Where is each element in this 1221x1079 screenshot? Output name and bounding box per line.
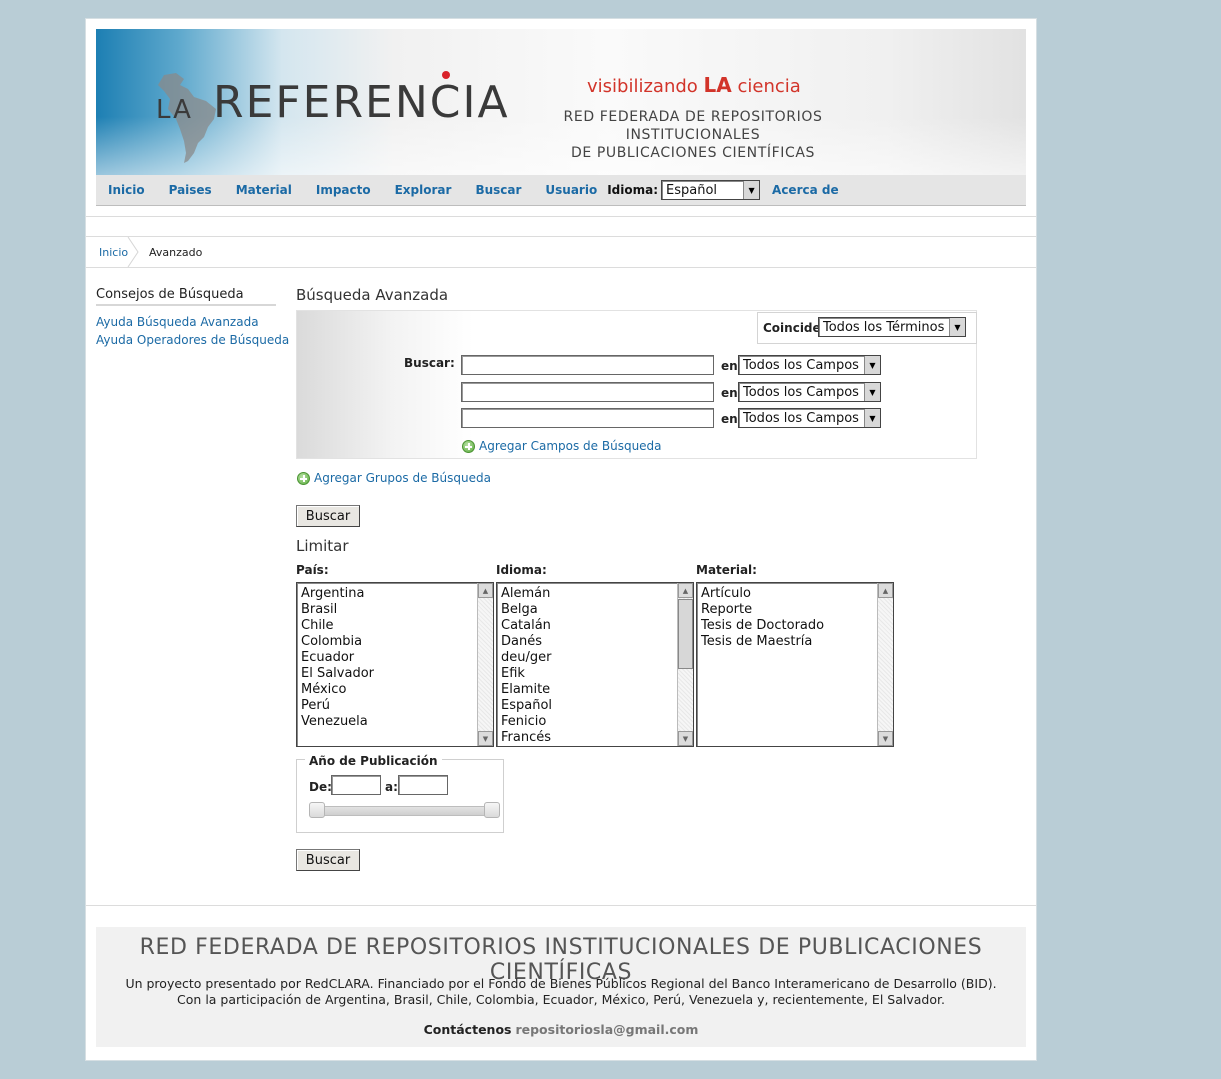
country-option[interactable]: Colombia [301, 634, 374, 650]
language-option[interactable]: Fenicio [501, 714, 552, 730]
contact-email-link[interactable]: repositoriosla@gmail.com [515, 1022, 698, 1037]
material-listbox[interactable]: Artículo Reporte Tesis de Doctorado Tesis d… [696, 582, 894, 747]
material-label: Material: [696, 563, 757, 577]
limit-title: Limitar [296, 537, 349, 555]
footer-line-2: Con la participación de Argentina, Brasi… [177, 992, 945, 1007]
country-scrollbar[interactable]: ▲ ▼ [477, 583, 493, 746]
match-select[interactable]: Todos los Términos ▼ [818, 317, 966, 337]
search-group: Coincide: Todos los Términos ▼ Buscar: e… [296, 310, 977, 459]
main-nav: Inicio Paises Material Impacto Explorar … [96, 175, 1026, 206]
nav-buscar[interactable]: Buscar [475, 183, 521, 197]
limit-search-button[interactable]: Buscar [296, 849, 360, 871]
nav-material[interactable]: Material [236, 183, 292, 197]
publication-year-fieldset: Año de Publicación De: a: [296, 754, 504, 833]
material-option[interactable]: Reporte [701, 602, 824, 618]
footer-line-1: Un proyecto presentado por RedCLARA. Fin… [125, 976, 997, 991]
chevron-down-icon: ▼ [949, 318, 965, 336]
logo-la: LA [156, 95, 193, 125]
language-option[interactable]: Danés [501, 634, 552, 650]
language-option[interactable]: Español [501, 698, 552, 714]
logo-referencia: REFERENCIA [213, 77, 510, 128]
language-label: Idioma: [607, 183, 659, 197]
field-select-2[interactable]: Todos los Campos ▼ [738, 382, 881, 402]
chevron-down-icon: ▼ [743, 181, 760, 199]
year-slider[interactable] [313, 806, 489, 816]
breadcrumb-separator-icon [127, 237, 139, 267]
nav-explorar[interactable]: Explorar [395, 183, 452, 197]
help-advanced-search-link[interactable]: Ayuda Búsqueda Avanzada [96, 315, 259, 329]
country-option[interactable]: Perú [301, 698, 374, 714]
logo-dot [442, 71, 450, 79]
scroll-down-icon[interactable]: ▼ [478, 731, 493, 746]
year-to-input[interactable] [398, 775, 448, 795]
country-option[interactable]: Ecuador [301, 650, 374, 666]
country-option[interactable]: Brasil [301, 602, 374, 618]
match-box: Coincide: Todos los Términos ▼ [757, 312, 977, 344]
breadcrumb-home[interactable]: Inicio [99, 246, 128, 259]
footer-contact: Contáctenos repositoriosla@gmail.com [423, 1022, 699, 1037]
banner-subtitle: RED FEDERADA DE REPOSITORIOS INSTITUCION… [563, 109, 823, 161]
language-option[interactable]: Belga [501, 602, 552, 618]
tagline: visibilizando LA ciencia [587, 73, 801, 97]
nav-acerca-de[interactable]: Acerca de [772, 183, 839, 197]
year-from-input[interactable] [331, 775, 381, 795]
plus-icon [297, 471, 310, 485]
scroll-up-icon[interactable]: ▲ [478, 583, 493, 598]
add-search-groups-link[interactable]: Agregar Grupos de Búsqueda [297, 471, 491, 485]
material-scrollbar[interactable]: ▲ ▼ [877, 583, 893, 746]
search-button[interactable]: Buscar [296, 505, 360, 527]
country-option[interactable]: Chile [301, 618, 374, 634]
field-select-3[interactable]: Todos los Campos ▼ [738, 408, 881, 428]
year-slider-max-handle[interactable] [484, 802, 500, 818]
plus-icon [462, 439, 475, 453]
scroll-down-icon[interactable]: ▼ [878, 731, 893, 746]
search-input-3[interactable] [461, 408, 714, 428]
page-title: Búsqueda Avanzada [296, 286, 449, 304]
scroll-up-icon[interactable]: ▲ [678, 583, 693, 598]
language-scrollbar[interactable]: ▲ ▼ [677, 583, 693, 746]
nav-usuario[interactable]: Usuario [545, 183, 597, 197]
language-listbox[interactable]: Alemán Belga Catalán Danés deu/ger Efik Elamit… [496, 582, 694, 747]
language-filter-label: Idioma: [496, 563, 547, 577]
help-operators-link[interactable]: Ayuda Operadores de Búsqueda [96, 333, 289, 347]
language-option[interactable]: Francés [501, 730, 552, 746]
scroll-thumb[interactable] [678, 599, 693, 669]
scroll-up-icon[interactable]: ▲ [878, 583, 893, 598]
material-option[interactable]: Artículo [701, 586, 824, 602]
sidebar-title: Consejos de Búsqueda [96, 287, 276, 306]
material-option[interactable]: Tesis de Maestría [701, 634, 824, 650]
language-option[interactable]: Catalán [501, 618, 552, 634]
search-input-2[interactable] [461, 382, 714, 402]
nav-inicio[interactable]: Inicio [108, 183, 145, 197]
footer: RED FEDERADA DE REPOSITORIOS INSTITUCION… [96, 927, 1026, 1047]
year-slider-min-handle[interactable] [309, 802, 325, 818]
language-select[interactable]: Español ▼ [661, 180, 761, 200]
scroll-down-icon[interactable]: ▼ [678, 731, 693, 746]
language-option[interactable]: deu/ger [501, 650, 552, 666]
country-option[interactable]: Argentina [301, 586, 374, 602]
search-input-1[interactable] [461, 355, 714, 375]
search-label: Buscar: [404, 356, 455, 370]
chevron-down-icon: ▼ [864, 356, 880, 374]
field-select-1[interactable]: Todos los Campos ▼ [738, 355, 881, 375]
header-banner: LA REFERENCIA visibilizando LA ciencia R… [96, 29, 1026, 175]
chevron-down-icon: ▼ [864, 383, 880, 401]
language-option[interactable]: Elamite [501, 682, 552, 698]
add-search-fields-link[interactable]: Agregar Campos de Búsqueda [462, 439, 662, 453]
material-option[interactable]: Tesis de Doctorado [701, 618, 824, 634]
page-container: LA REFERENCIA visibilizando LA ciencia R… [85, 18, 1037, 1061]
breadcrumb: Inicio Avanzado [86, 236, 1036, 268]
country-option[interactable]: Venezuela [301, 714, 374, 730]
country-option[interactable]: El Salvador [301, 666, 374, 682]
nav-impacto[interactable]: Impacto [316, 183, 371, 197]
publication-year-legend: Año de Publicación [305, 754, 442, 768]
country-listbox[interactable]: Argentina Brasil Chile Colombia Ecuador El Sa… [296, 582, 494, 747]
country-label: País: [296, 563, 329, 577]
breadcrumb-current: Avanzado [149, 246, 203, 259]
country-option[interactable]: México [301, 682, 374, 698]
language-option[interactable]: Alemán [501, 586, 552, 602]
nav-paises[interactable]: Paises [169, 183, 212, 197]
chevron-down-icon: ▼ [864, 409, 880, 427]
language-option[interactable]: Efik [501, 666, 552, 682]
